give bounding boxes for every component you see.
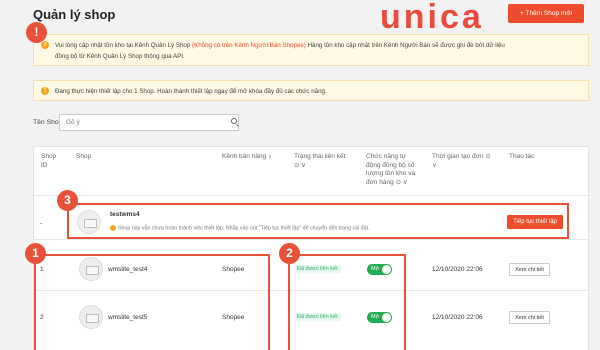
setup-notice-text: Đang thực hiện thiết lập cho 1 Shop. Hoà… <box>55 88 327 95</box>
highlight-box-2 <box>288 254 406 350</box>
highlight-box-1 <box>34 254 270 350</box>
header-created[interactable]: Thời gian tạo đơn ⊙ ∨ <box>432 153 491 170</box>
row1-view-detail-button[interactable]: Xem chi tiết <box>509 263 550 276</box>
header-sync[interactable]: Chức năng tự động đồng bộ số lượng tồn kho… <box>366 153 415 187</box>
header-shop-id: Shop ID <box>41 153 57 169</box>
header-actions: Thao tác <box>509 153 535 160</box>
alert-badge: ! <box>26 22 47 43</box>
pending-shop-id: - <box>40 220 43 227</box>
add-shop-button[interactable]: + Thêm Shop mới <box>508 4 584 23</box>
notice-text-2: Hàng tồn kho cập nhật trên Kênh Người Bá… <box>305 42 505 49</box>
shop-search-input[interactable] <box>59 114 239 131</box>
header-channel[interactable]: Kênh bán hàng ∨ <box>222 153 272 162</box>
notice-text: Vui lòng cập nhật tồn kho tại Kênh Quản … <box>55 42 193 49</box>
notice-line2: đồng bộ từ Kênh Quản Lý Shop thông qua A… <box>55 53 185 60</box>
setup-notice: ! Đang thực hiện thiết lập cho 1 Shop. H… <box>33 80 589 101</box>
info-icon: ! <box>41 87 49 95</box>
page-title: Quản lý shop <box>33 7 116 22</box>
step-badge-2: 2 <box>279 243 300 264</box>
chevron-down-icon: ∨ <box>267 154 272 160</box>
notice-highlight: (Không có trên Kênh Người Bán Shopee) <box>192 42 306 49</box>
step-badge-1: 1 <box>25 243 46 264</box>
header-link-status[interactable]: Trạng thái liên kết ⊙ ∨ <box>294 153 345 170</box>
step-badge-3: 3 <box>57 190 78 211</box>
row2-view-detail-button[interactable]: Xem chi tiết <box>509 311 550 324</box>
highlight-box-3 <box>67 203 569 239</box>
header-shop: Shop <box>76 153 92 160</box>
warning-icon: ! <box>41 41 49 49</box>
row1-created: 12/10/2020 22:06 <box>432 266 483 273</box>
search-icon[interactable] <box>231 118 237 124</box>
row2-created: 12/10/2020 22:06 <box>432 314 483 321</box>
inventory-notice: ! Vui lòng cập nhật tồn kho tại Kênh Quả… <box>33 34 589 66</box>
unica-logo: unica <box>380 0 484 36</box>
